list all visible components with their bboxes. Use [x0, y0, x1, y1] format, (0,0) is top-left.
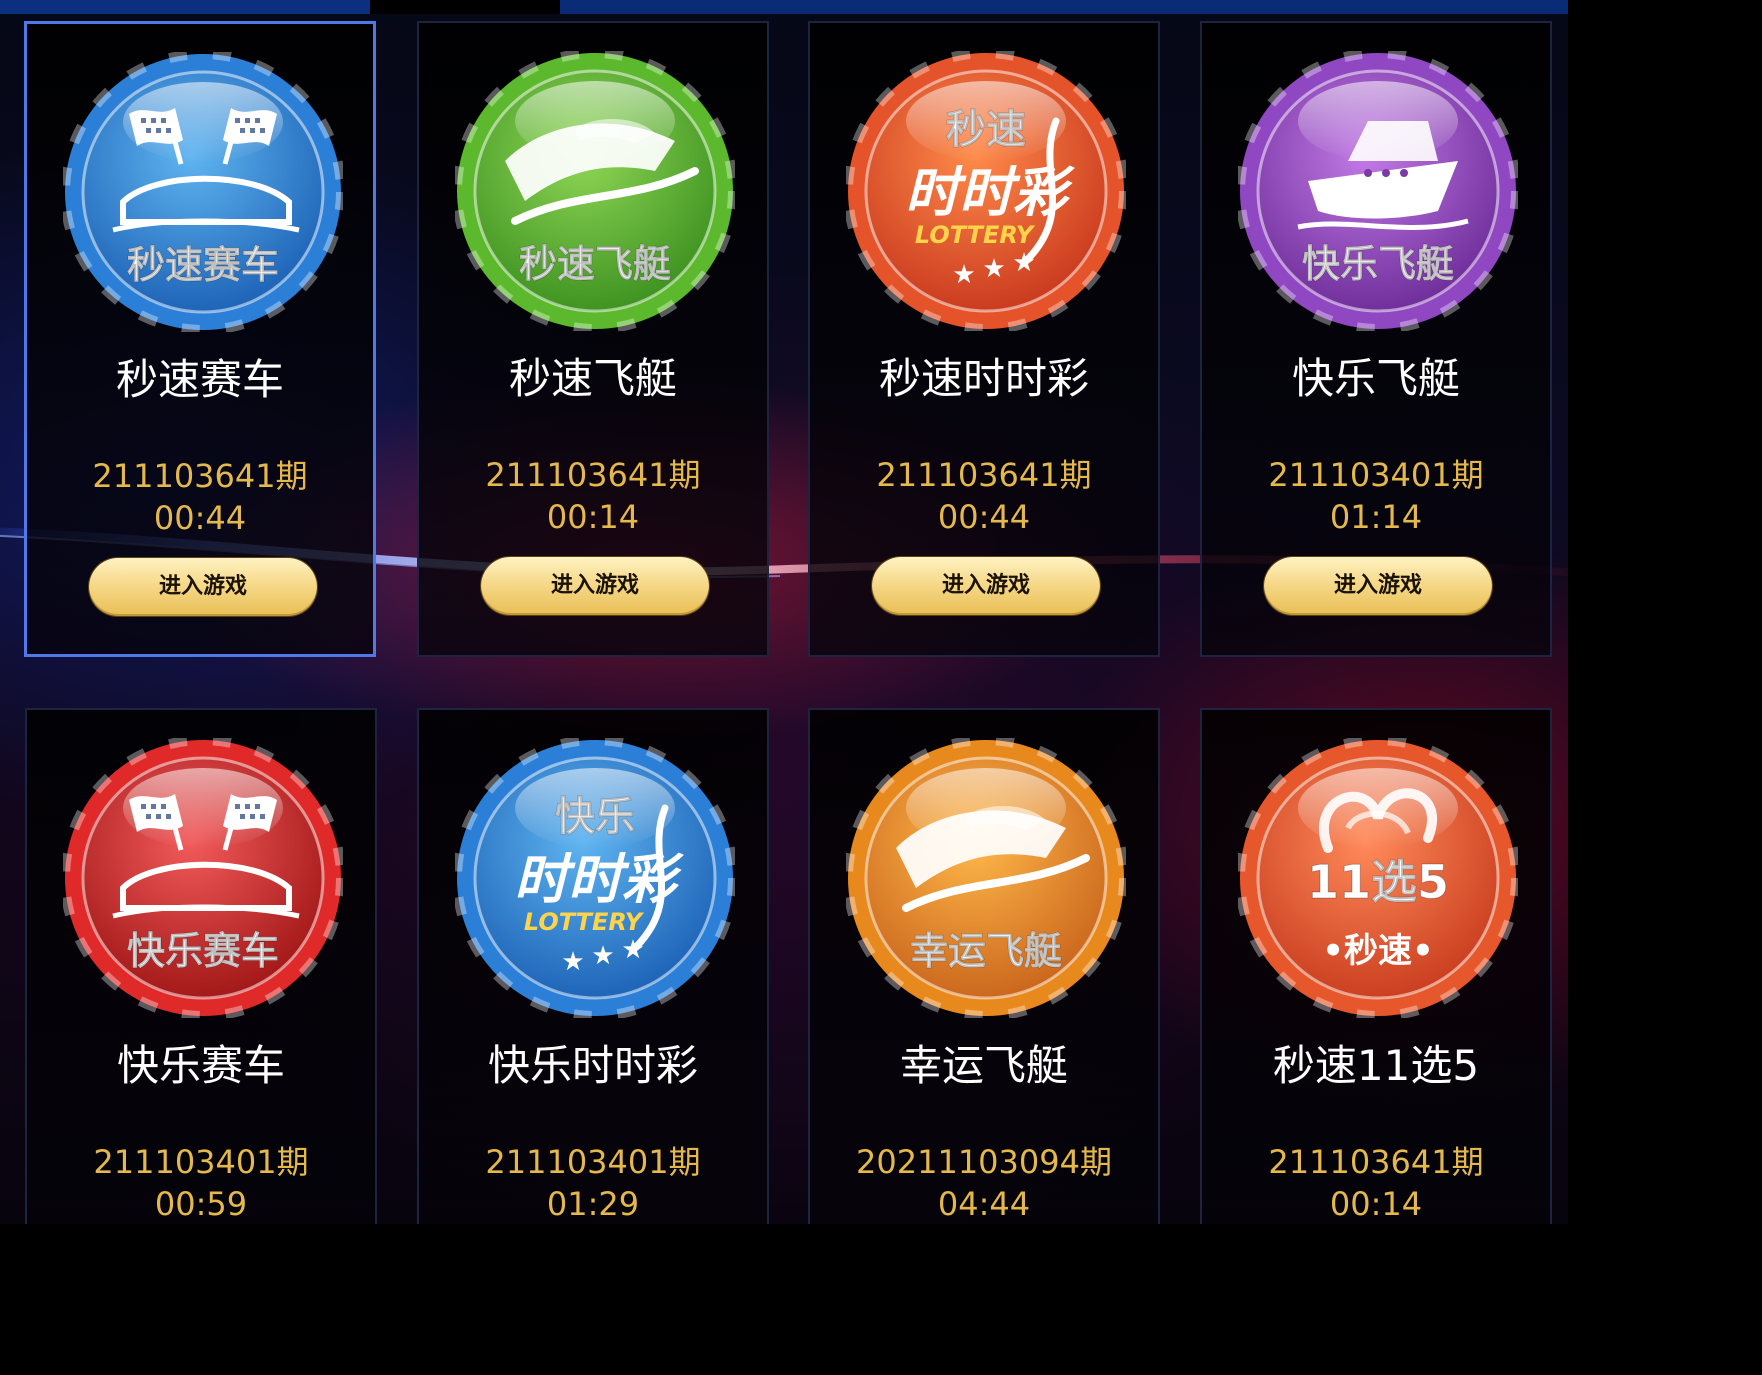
game-card[interactable]: 11选5•秒速•秒速11选5211103641期00:14进入游戏: [1200, 708, 1552, 1224]
countdown-timer: 00:14: [546, 498, 640, 536]
game-card[interactable]: 快乐飞艇 快乐飞艇 211103401期 01:14 进入游戏: [1200, 21, 1552, 657]
game-lobby: 秒速赛车 秒速赛车 211103641期 00:44 进入游戏 秒速飞艇 秒速飞艇 21110…: [0, 0, 1568, 1224]
enter-game-button[interactable]: 进入游戏: [1264, 557, 1492, 615]
issue-number: 211103401期: [485, 1143, 701, 1181]
game-badge[interactable]: 幸运飞艇: [846, 738, 1126, 1018]
top-nav-segment: [0, 0, 370, 14]
game-badge[interactable]: ★ ★ ★ 快乐 时时彩 LOTTERY: [455, 738, 735, 1018]
badge-title: 秒速赛车: [127, 243, 279, 287]
issue-number: 211103641期: [92, 457, 308, 495]
enter-game-button[interactable]: 进入游戏: [872, 557, 1100, 615]
issue-number: 211103641期: [485, 456, 701, 494]
badge-title: 11选5: [1307, 855, 1449, 909]
countdown-timer: 00:44: [153, 499, 247, 537]
badge-title: 秒速: [946, 107, 1026, 153]
badge-title: 快乐: [555, 794, 635, 840]
countdown-timer: 00:14: [1329, 1185, 1423, 1223]
badge-subtitle: •秒速•: [1322, 931, 1433, 971]
badge-title: 快乐飞艇: [1302, 242, 1454, 286]
countdown-timer: 04:44: [937, 1185, 1031, 1223]
svg-text:★: ★: [591, 941, 614, 971]
game-title: 快乐时时彩: [487, 1041, 698, 1090]
countdown-timer: 00:44: [937, 498, 1031, 536]
game-badge[interactable]: 快乐赛车: [63, 738, 343, 1018]
badge-title: 快乐赛车: [127, 929, 279, 973]
issue-number: 211103401期: [1268, 456, 1484, 494]
game-title: 秒速11选5: [1272, 1041, 1480, 1090]
game-badge[interactable]: 快乐飞艇: [1238, 51, 1518, 331]
badge-subtitle: 时时彩: [514, 848, 684, 911]
game-badge[interactable]: 11选5 •秒速•: [1238, 738, 1518, 1018]
issue-number: 211103641期: [876, 456, 1092, 494]
countdown-timer: 01:14: [1329, 498, 1423, 536]
badge-lottery-text: LOTTERY: [524, 908, 645, 936]
game-card[interactable]: ★ ★ ★ 秒速 时时彩 LOTTERY 秒速时时彩 211103641期 00:44 进入游戏: [808, 21, 1160, 657]
top-nav-divider: [370, 0, 560, 14]
enter-game-button[interactable]: 进入游戏: [89, 558, 317, 616]
badge-title: 幸运飞艇: [910, 929, 1062, 973]
badge-lottery-text: LOTTERY: [915, 221, 1036, 249]
svg-text:★: ★: [561, 947, 584, 977]
issue-number: 20211103094期: [856, 1143, 1112, 1181]
badge-subtitle: 时时彩: [905, 161, 1075, 224]
svg-text:★: ★: [1012, 248, 1035, 278]
top-nav-bar: [0, 0, 1568, 14]
svg-text:★: ★: [952, 260, 975, 290]
game-badge[interactable]: ★ ★ ★ 秒速 时时彩 LOTTERY: [846, 51, 1126, 331]
game-card[interactable]: 秒速赛车 秒速赛车 211103641期 00:44 进入游戏: [24, 21, 376, 657]
game-badge[interactable]: 秒速赛车: [63, 52, 343, 332]
issue-number: 211103641期: [1268, 1143, 1484, 1181]
game-title: 快乐赛车: [116, 1041, 285, 1090]
game-card[interactable]: 快乐赛车快乐赛车211103401期00:59进入游戏: [25, 708, 377, 1224]
game-title: 秒速时时彩: [878, 354, 1089, 403]
game-card[interactable]: 秒速飞艇 秒速飞艇 211103641期 00:14 进入游戏: [417, 21, 769, 657]
game-title: 快乐飞艇: [1291, 354, 1460, 403]
game-badge[interactable]: 秒速飞艇: [455, 51, 735, 331]
issue-number: 211103401期: [93, 1143, 309, 1181]
game-title: 幸运飞艇: [899, 1041, 1068, 1090]
svg-text:★: ★: [982, 254, 1005, 284]
game-card[interactable]: ★★★快乐时时彩LOTTERY快乐时时彩211103401期01:29进入游戏: [417, 708, 769, 1224]
badge-title: 秒速飞艇: [519, 242, 671, 286]
countdown-timer: 00:59: [154, 1185, 248, 1223]
game-title: 秒速赛车: [115, 355, 284, 404]
game-title: 秒速飞艇: [508, 354, 677, 403]
enter-game-button[interactable]: 进入游戏: [481, 557, 709, 615]
countdown-timer: 01:29: [546, 1185, 640, 1223]
svg-text:★: ★: [621, 935, 644, 965]
game-card[interactable]: 幸运飞艇幸运飞艇20211103094期04:44进入游戏: [808, 708, 1160, 1224]
